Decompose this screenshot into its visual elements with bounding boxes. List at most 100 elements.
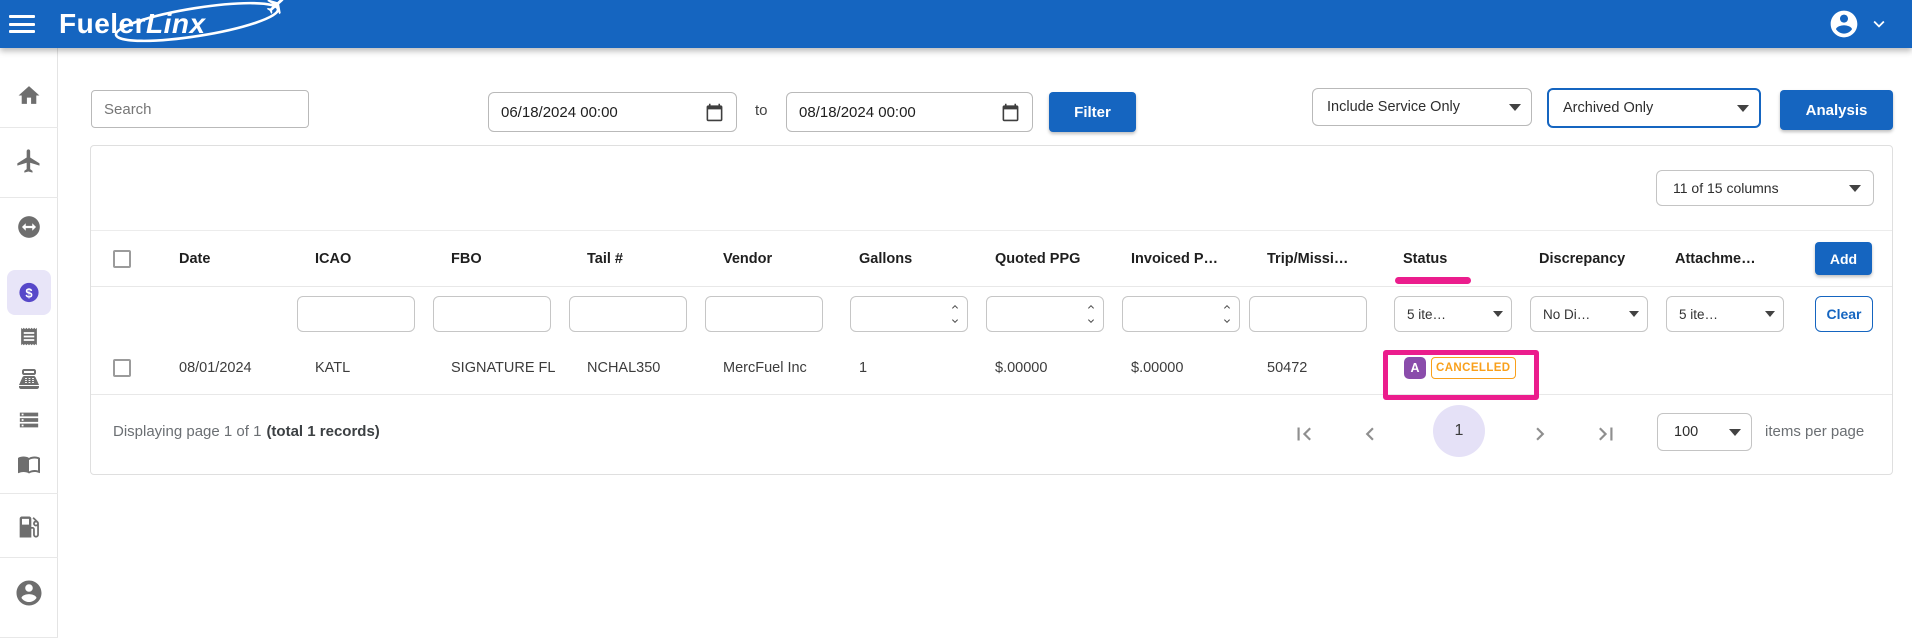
home-icon — [18, 86, 39, 104]
chevron-down-icon[interactable] — [1868, 13, 1890, 35]
account-circle-icon[interactable] — [1828, 8, 1860, 40]
column-header-fbo[interactable]: FBO — [433, 251, 569, 267]
search-input[interactable] — [91, 90, 309, 128]
airplane-icon — [16, 149, 39, 173]
filter-status-dropdown[interactable]: 5 ite… — [1394, 296, 1512, 332]
sidebar-item-swap[interactable] — [16, 214, 42, 240]
sidebar-item-logbook[interactable] — [17, 452, 41, 476]
column-header-discrepancy[interactable]: Discrepancy — [1521, 251, 1657, 267]
clear-filters-button[interactable]: Clear — [1815, 296, 1873, 332]
cell-tail: NCHAL350 — [587, 359, 661, 376]
page-size-dropdown[interactable]: 100 — [1657, 413, 1752, 451]
table-toolbar: 11 of 15 columns — [91, 146, 1892, 230]
chevron-up-icon[interactable] — [1085, 301, 1097, 313]
column-header-status[interactable]: Status — [1385, 251, 1521, 267]
receipt-icon — [20, 327, 37, 346]
archived-only-dropdown[interactable]: Archived Only — [1547, 88, 1761, 128]
filter-input-trip-mission[interactable] — [1249, 296, 1367, 332]
open-book-icon — [17, 456, 40, 474]
sidebar-item-point-of-sale[interactable] — [17, 367, 41, 391]
add-button[interactable]: Add — [1815, 242, 1872, 275]
cell-trip-mission: 50472 — [1267, 359, 1308, 376]
cell-icao: KATL — [315, 359, 351, 376]
cell-gallons: 1 — [859, 359, 868, 376]
column-header-quoted-ppg[interactable]: Quoted PPG — [977, 251, 1113, 267]
chevron-down-icon[interactable] — [1221, 315, 1233, 327]
column-header-icao[interactable]: ICAO — [297, 251, 433, 267]
column-header-invoiced-ppg[interactable]: Invoiced P… — [1113, 251, 1249, 267]
logo-text-linx: Linx — [146, 8, 206, 39]
column-header-tail[interactable]: Tail # — [569, 251, 705, 267]
filter-input-fbo[interactable] — [433, 296, 551, 332]
filter-button[interactable]: Filter — [1049, 92, 1136, 132]
current-page-indicator[interactable]: 1 — [1433, 405, 1485, 457]
sidebar-item-gas-station[interactable] — [15, 513, 43, 541]
column-header-trip-mission[interactable]: Trip/Missi… — [1249, 251, 1385, 267]
filter-input-vendor[interactable] — [705, 296, 823, 332]
sidebar-item-list[interactable] — [18, 409, 40, 431]
chevron-down-icon[interactable] — [1085, 315, 1097, 327]
table-header-row: Date ICAO FBO Tail # Vendor Gallons Quot… — [91, 230, 1892, 287]
table-filter-row: 5 ite… No Di… 5 ite… Clear — [91, 287, 1892, 341]
table-row[interactable]: 08/01/2024 KATL SIGNATURE FL NCHAL350 Me… — [91, 341, 1892, 395]
sidebar-item-fuel-purchases[interactable]: $ — [17, 281, 40, 304]
caret-down-icon — [1765, 311, 1775, 317]
caret-down-icon — [1629, 311, 1639, 317]
person-circle-icon — [16, 580, 41, 606]
column-header-vendor[interactable]: Vendor — [705, 251, 841, 267]
sidebar-divider — [0, 197, 58, 198]
filter-input-tail[interactable] — [569, 296, 687, 332]
pagination-summary: Displaying page 1 of 1 (total 1 records) — [113, 423, 380, 440]
pagination-bar: Displaying page 1 of 1 (total 1 records) … — [91, 395, 1892, 471]
cell-invoiced-ppg: $.00000 — [1131, 359, 1184, 376]
calendar-icon[interactable] — [1001, 103, 1020, 122]
analysis-button[interactable]: Analysis — [1780, 90, 1893, 130]
first-page-button[interactable] — [1291, 421, 1317, 447]
chevron-up-icon[interactable] — [949, 301, 961, 313]
chevron-down-icon[interactable] — [949, 315, 961, 327]
first-page-icon — [1297, 427, 1311, 441]
next-page-button[interactable] — [1527, 421, 1553, 447]
number-stepper[interactable] — [1085, 301, 1097, 327]
transactions-table-card: 11 of 15 columns Date ICAO FBO Tail # Ve… — [90, 145, 1893, 475]
point-of-sale-icon — [18, 369, 39, 389]
chevron-up-icon[interactable] — [1221, 301, 1233, 313]
date-to-value: 08/18/2024 00:00 — [799, 103, 916, 121]
sidebar-divider — [0, 557, 58, 558]
filter-attachments-dropdown[interactable]: 5 ite… — [1666, 296, 1784, 332]
caret-down-icon — [1493, 311, 1503, 317]
status-avatar: A — [1404, 356, 1426, 379]
row-checkbox[interactable] — [113, 358, 131, 377]
logo-text-fueler: Fueler — [59, 8, 147, 39]
columns-visibility-dropdown[interactable]: 11 of 15 columns — [1656, 170, 1874, 206]
sidebar-item-receipts[interactable] — [18, 326, 39, 347]
number-stepper[interactable] — [1221, 301, 1233, 327]
cell-date: 08/01/2024 — [179, 359, 252, 376]
previous-page-button[interactable] — [1357, 421, 1383, 447]
chevron-left-icon — [1365, 427, 1374, 441]
number-stepper[interactable] — [949, 301, 961, 327]
sidebar-item-account[interactable] — [14, 578, 44, 608]
status-badge: CANCELLED — [1431, 356, 1516, 379]
chevron-right-icon — [1536, 427, 1545, 441]
last-page-button[interactable] — [1593, 421, 1619, 447]
list-icon — [19, 412, 38, 428]
sidebar-divider — [0, 127, 58, 128]
service-only-dropdown[interactable]: Include Service Only — [1312, 88, 1532, 126]
menu-icon[interactable] — [9, 15, 35, 33]
date-from-input[interactable]: 06/18/2024 00:00 — [488, 92, 737, 132]
caret-down-icon — [1849, 184, 1861, 192]
swap-horizontal-circle-icon — [17, 216, 40, 238]
select-all-checkbox[interactable] — [113, 249, 131, 268]
filter-discrepancy-dropdown[interactable]: No Di… — [1530, 296, 1648, 332]
sidebar-item-home[interactable] — [16, 83, 41, 108]
caret-down-icon — [1737, 104, 1749, 112]
calendar-icon[interactable] — [705, 103, 724, 122]
filter-input-icao[interactable] — [297, 296, 415, 332]
last-page-icon — [1599, 427, 1613, 441]
column-header-attachments[interactable]: Attachme… — [1657, 251, 1793, 267]
column-header-gallons[interactable]: Gallons — [841, 251, 977, 267]
date-to-input[interactable]: 08/18/2024 00:00 — [786, 92, 1033, 132]
column-header-date[interactable]: Date — [161, 251, 297, 267]
sidebar-item-flights[interactable] — [15, 147, 43, 175]
